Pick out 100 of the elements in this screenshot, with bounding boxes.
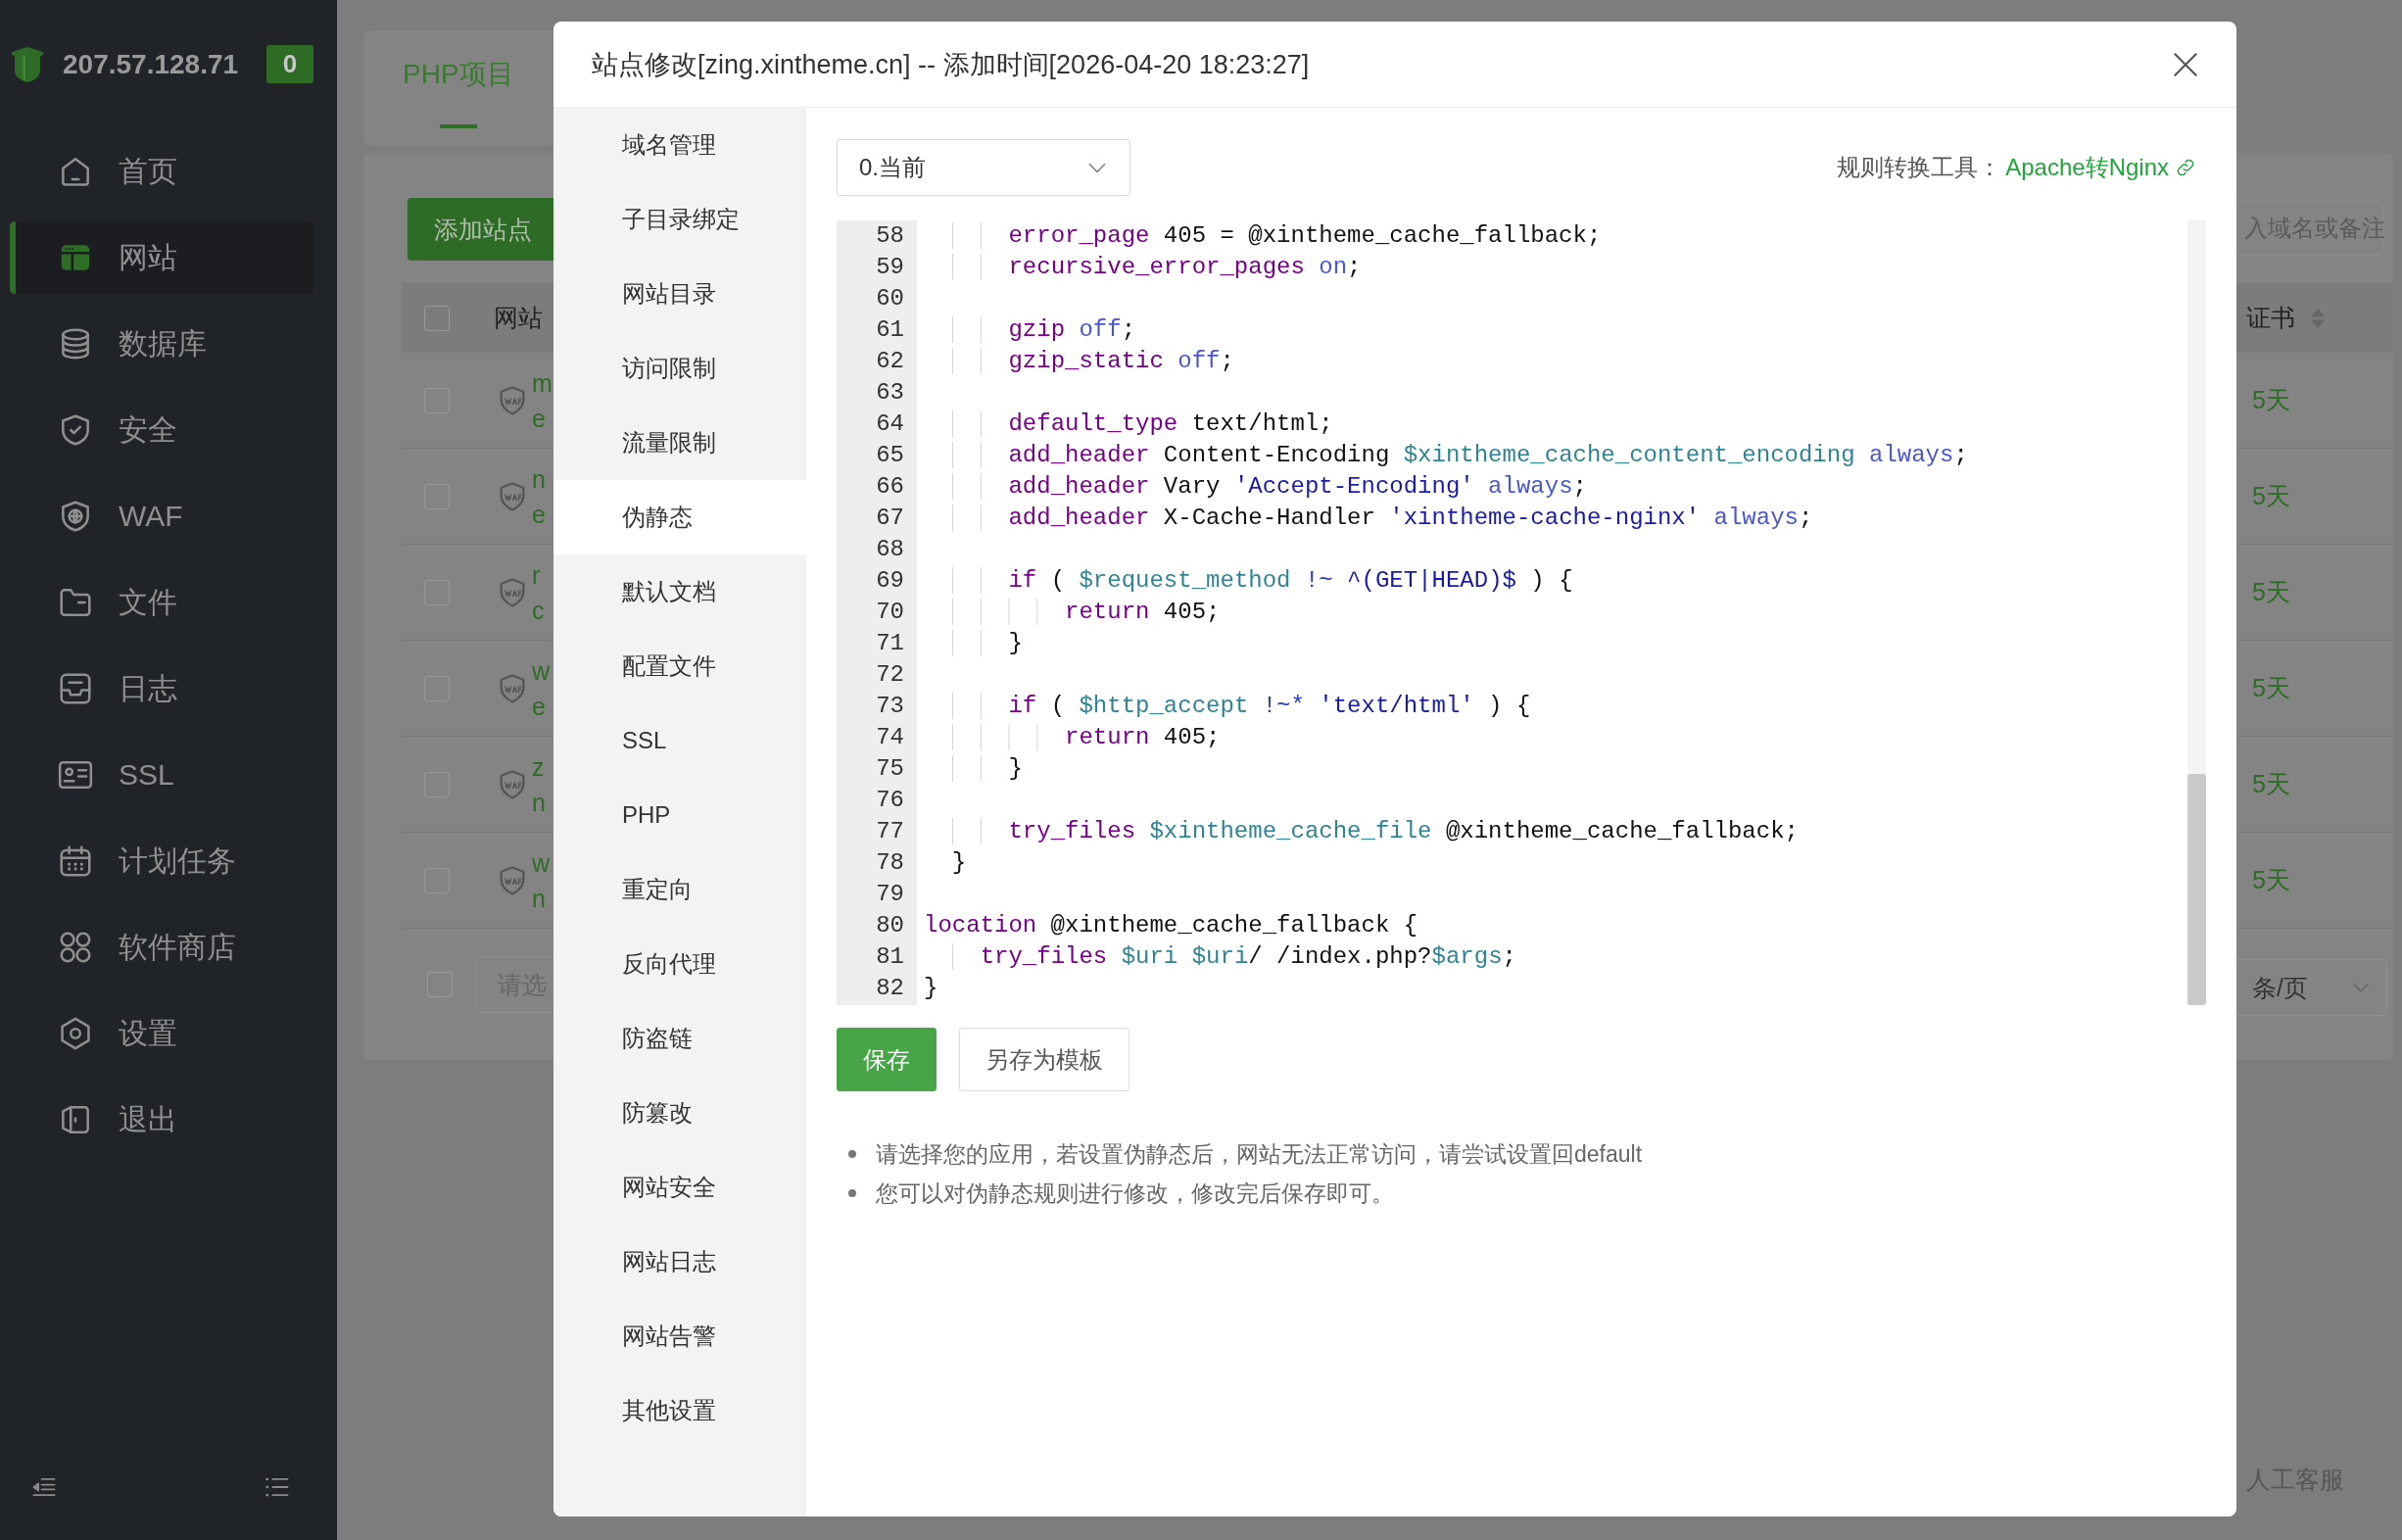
nav-item[interactable]: SSL [0,732,337,818]
site-note: e [532,403,547,434]
site-note: e [532,499,546,530]
nav-item[interactable]: 计划任务 [0,818,337,904]
column-header: 网站 [494,303,543,333]
ssl-expiry: 5天 [2252,481,2290,511]
line-number: 78 [875,848,905,878]
nav-item[interactable]: 软件商店 [0,904,337,990]
menu-item[interactable]: 网站目录 [553,257,806,331]
code-line: recursive_error_pages on; [924,252,1362,283]
menu-item[interactable]: 访问限制 [553,331,806,406]
code-line: try_files $xintheme_cache_file @xintheme_cache_fallback; [924,816,1799,847]
code-editor[interactable] [837,220,2206,1005]
line-number: 65 [875,441,905,470]
menu-item[interactable]: 网站安全 [553,1150,806,1225]
line-number: 69 [875,566,905,596]
line-number: 74 [875,723,905,752]
line-number: 60 [875,284,905,313]
column-header: 证书 [2246,303,2295,333]
line-number: 71 [875,629,905,658]
line-number: 77 [875,817,905,846]
line-number: 68 [875,535,905,564]
code-line: return 405; [924,722,1221,753]
code-line: } [924,974,938,1003]
hint-text: 您可以对伪静态规则进行修改，修改完后保存即可。 [837,1174,2206,1213]
code-line: if ( $request_method !~ ^(GET|HEAD)$ ) { [924,565,1573,597]
code-line: } [950,848,967,878]
menu-item[interactable]: 默认文档 [553,554,806,629]
site-note: e [532,691,547,722]
line-number: 62 [875,347,905,376]
nav-item[interactable]: 文件 [0,559,337,646]
ssl-expiry: 5天 [2252,673,2290,703]
menu-item[interactable]: 子目录绑定 [553,182,806,257]
code-line: add_header Content-Encoding $xintheme_cache_content_encoding always; [924,440,1968,471]
save-template-button[interactable]: 另存为模板 [959,1028,1129,1091]
site-note: n [532,787,546,818]
save-button[interactable]: 保存 [837,1028,937,1091]
menu-item[interactable]: PHP [553,778,806,852]
menu-item[interactable]: 域名管理 [553,108,806,182]
code-line: } [924,753,1023,785]
ssl-expiry: 5天 [2252,769,2290,799]
add-site-button[interactable]: 添加站点 [408,198,553,261]
site-note: n [532,883,547,914]
converter-label: 规则转换工具： [1837,153,2002,182]
code-line: default_type text/html; [924,409,1333,440]
menu-item[interactable]: 重定向 [553,852,806,927]
menu-item[interactable]: 网站日志 [553,1225,806,1299]
nav-item[interactable]: 数据库 [0,301,337,387]
line-number: 67 [875,504,905,533]
menu-item[interactable]: SSL [553,703,806,778]
line-number: 70 [875,598,905,627]
nav-item[interactable]: 网站 [10,221,313,294]
nav-item[interactable]: 安全 [0,387,337,473]
line-number: 82 [875,974,905,1003]
server-ip: 207.57.128.71 [63,48,239,80]
line-number: 59 [875,253,905,282]
nav-item[interactable]: 首页 [0,128,337,215]
nav-item[interactable]: 设置 [0,990,337,1077]
line-number: 76 [875,786,905,815]
code-line: error_page 405 = @xintheme_cache_fallback; [924,220,1602,252]
line-number: 64 [875,409,905,439]
code-line: location @xintheme_cache_fallback { [924,911,1418,940]
version-select[interactable]: 0.当前 [837,139,1130,196]
code-line: gzip_static off; [924,346,1234,377]
line-number: 73 [875,692,905,721]
code-line: add_header X-Cache-Handler 'xintheme-cache-nginx' always; [924,503,1813,534]
ssl-expiry: 5天 [2252,577,2290,607]
line-number: 72 [875,660,905,690]
link-icon [2175,157,2196,178]
menu-item[interactable]: 反向代理 [553,927,806,1001]
line-number: 81 [875,942,905,972]
menu-item[interactable]: 网站告警 [553,1299,806,1373]
ssl-expiry: 5天 [2252,385,2290,415]
menu-item[interactable]: 配置文件 [553,629,806,703]
menu-item[interactable]: 防盗链 [553,1001,806,1076]
ssl-expiry: 5天 [2252,865,2290,895]
line-number: 61 [875,315,905,345]
checkbox[interactable] [424,305,450,331]
menu-item[interactable]: 其他设置 [553,1373,806,1448]
menu-item[interactable]: 流量限制 [553,406,806,480]
scrollbar[interactable] [2187,220,2206,1005]
code-line: try_files $uri $uri/ /index.php?$args; [924,941,1516,973]
code-line: return 405; [924,597,1221,628]
code-line: } [924,628,1023,659]
menu-item[interactable]: 伪静态 [553,480,806,554]
menu-item[interactable]: 防篡改 [553,1076,806,1150]
inbox-icon [57,670,94,707]
dialog-title: 站点修改[zing.xintheme.cn] -- 添加时间[2026-04-20 18:23:27] [592,48,1310,81]
code-line: if ( $http_accept !~* 'text/html' ) { [924,691,1531,722]
line-number: 63 [875,378,905,408]
converter-link[interactable]: Apache转Nginx [2005,152,2196,183]
code-line: gzip off; [924,314,1136,346]
line-number: 58 [875,221,905,251]
site-note: c [532,595,545,626]
nav-item[interactable]: 日志 [0,646,337,732]
hint-text: 请选择您的应用，若设置伪静态后，网站无法正常访问，请尝试设置回default [837,1134,2206,1174]
nav-item[interactable]: WAF [0,473,337,559]
nav-item[interactable]: 退出 [0,1077,337,1163]
line-number: 80 [875,911,905,940]
notification-badge: 0 [266,45,313,83]
